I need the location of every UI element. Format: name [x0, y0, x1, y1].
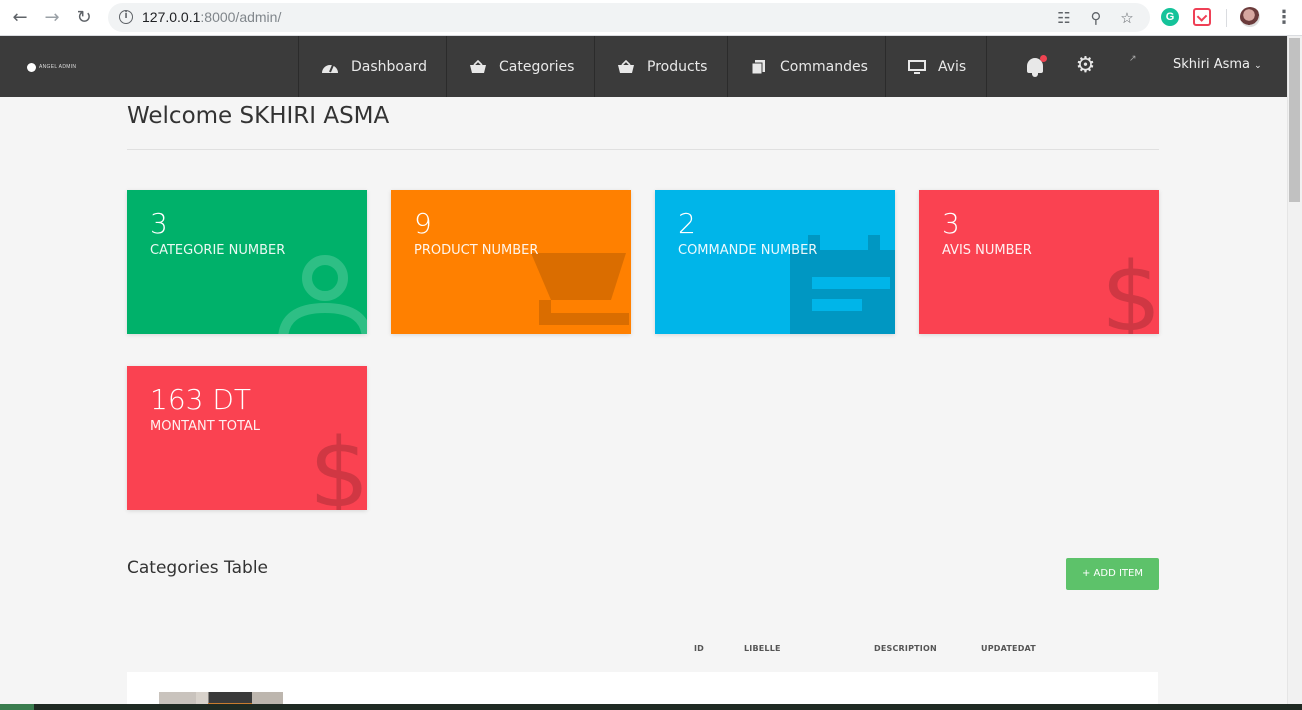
table-title: Categories Table: [127, 558, 268, 578]
zoom-icon[interactable]: ⚲: [1086, 8, 1106, 28]
basket-icon: [469, 59, 487, 74]
svg-text:$: $: [1101, 245, 1159, 334]
column-header-libelle[interactable]: LIBELLE: [744, 644, 781, 653]
reload-icon[interactable]: ↻: [72, 6, 96, 30]
taskbar-accent: [0, 704, 34, 710]
stat-card-categories[interactable]: 3 CATEGORIE NUMBER: [127, 190, 367, 334]
browser-menu-icon[interactable]: ⋮: [1275, 8, 1293, 28]
stat-value: 3: [942, 207, 960, 240]
dollar-icon: $: [1101, 245, 1159, 334]
nav-label: Dashboard: [351, 58, 427, 75]
copy-icon: [750, 59, 768, 74]
forward-arrow-icon[interactable]: →: [40, 6, 64, 30]
toolbar-divider: [1226, 9, 1227, 27]
column-header-description[interactable]: DESCRIPTION: [874, 644, 937, 653]
column-header-id[interactable]: ID: [694, 644, 704, 653]
stat-label: AVIS NUMBER: [942, 243, 1032, 258]
page-title: Welcome SKHIRI ASMA: [127, 103, 390, 129]
nav-label: Avis: [938, 58, 967, 75]
browser-toolbar: ← → ↻ i 127.0.0.1:8000/admin/ ☷ ⚲ ☆ G ⋮: [0, 0, 1302, 36]
nav-label: Products: [647, 58, 708, 75]
notification-bell-icon[interactable]: [1024, 55, 1047, 78]
scrollbar-thumb[interactable]: [1289, 38, 1300, 202]
stat-label: MONTANT TOTAL: [150, 419, 261, 434]
stat-label: COMMANDE NUMBER: [678, 243, 818, 258]
gauge-icon: [321, 60, 339, 74]
stat-card-products[interactable]: 9 PRODUCT NUMBER: [391, 190, 631, 334]
pocket-extension-icon[interactable]: [1193, 8, 1211, 26]
basket-icon: [617, 59, 635, 74]
stat-value: 9: [414, 207, 432, 240]
nav-item-commandes[interactable]: Commandes: [727, 36, 885, 97]
stat-label: CATEGORIE NUMBER: [150, 243, 286, 258]
brand-logo[interactable]: ANGEL ADMIN: [27, 62, 76, 72]
expand-icon[interactable]: ↗: [1129, 54, 1137, 64]
profile-avatar[interactable]: [1240, 7, 1260, 27]
svg-text:$: $: [309, 421, 367, 510]
cart-icon: [531, 253, 629, 325]
nav-item-categories[interactable]: Categories: [446, 36, 594, 97]
bookmark-star-icon[interactable]: ☆: [1117, 8, 1137, 28]
column-header-updatedat[interactable]: UPDATEDAT: [981, 644, 1036, 653]
dollar-icon: $: [309, 421, 367, 510]
info-icon[interactable]: i: [119, 10, 133, 24]
user-name: Skhiri Asma: [1173, 57, 1251, 72]
add-item-button[interactable]: + ADD ITEM: [1066, 558, 1159, 590]
stat-card-total[interactable]: $ 163 DT MONTANT TOTAL: [127, 366, 367, 510]
user-menu[interactable]: Skhiri Asma ⌄: [1173, 57, 1262, 72]
nav-item-dashboard[interactable]: Dashboard: [298, 36, 446, 97]
brand-text: ANGEL ADMIN: [39, 64, 77, 70]
chevron-down-icon: ⌄: [1254, 61, 1262, 71]
title-divider: [127, 149, 1159, 150]
stat-label: PRODUCT NUMBER: [414, 243, 539, 258]
stat-value: 163 DT: [150, 383, 252, 416]
stat-value: 3: [150, 207, 168, 240]
nav-divider: [986, 36, 987, 97]
nav-item-avis[interactable]: Avis: [885, 36, 986, 97]
address-bar[interactable]: i 127.0.0.1:8000/admin/ ☷ ⚲ ☆: [108, 3, 1150, 32]
translate-icon[interactable]: ☷: [1054, 8, 1074, 28]
nav-label: Commandes: [780, 58, 868, 75]
back-arrow-icon[interactable]: ←: [8, 6, 32, 30]
os-taskbar: [0, 704, 1302, 710]
grammarly-extension-icon[interactable]: G: [1161, 8, 1179, 26]
gear-icon[interactable]: ⚙: [1075, 55, 1096, 77]
url-text[interactable]: 127.0.0.1:8000/admin/: [142, 9, 281, 25]
notification-dot: [1040, 55, 1047, 62]
stat-value: 2: [678, 207, 696, 240]
nav-label: Categories: [499, 58, 575, 75]
stat-card-avis[interactable]: $ 3 AVIS NUMBER: [919, 190, 1159, 334]
desktop-icon: [908, 59, 926, 74]
logo-icon: [27, 62, 36, 72]
nav-item-products[interactable]: Products: [594, 36, 727, 97]
user-icon: [278, 255, 367, 334]
stat-card-commandes[interactable]: 2 COMMANDE NUMBER: [655, 190, 895, 334]
